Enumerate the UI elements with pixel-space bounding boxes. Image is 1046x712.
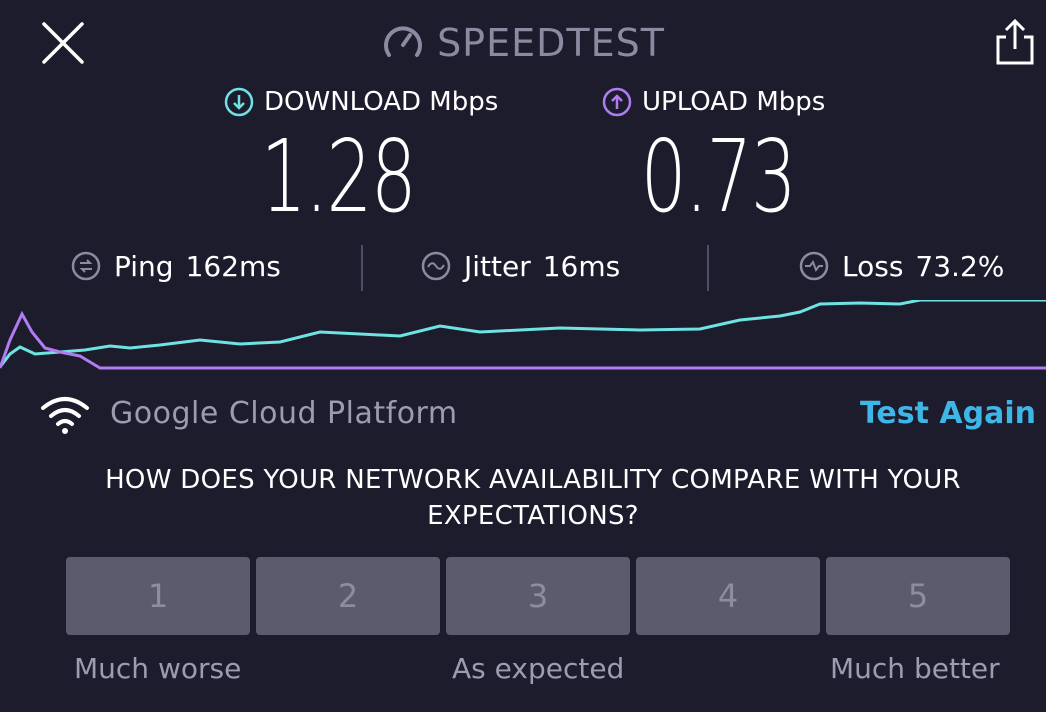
speedometer-icon <box>384 26 423 57</box>
download-line <box>0 300 1046 368</box>
rating-button-2[interactable]: 2 <box>256 557 440 635</box>
download-header: DOWNLOAD Mbps <box>224 84 498 120</box>
ping-icon <box>71 251 101 281</box>
loss-icon <box>799 251 829 281</box>
scale-label-low: Much worse <box>74 652 242 685</box>
speed-graph <box>0 300 1046 370</box>
test-again-button[interactable]: Test Again <box>860 396 1036 431</box>
rating-button-1[interactable]: 1 <box>66 557 250 635</box>
wifi-icon <box>41 397 89 434</box>
ping-value: 162ms <box>185 249 281 283</box>
stats-divider <box>707 245 709 291</box>
upload-header: UPLOAD Mbps <box>602 84 825 120</box>
jitter-icon <box>421 251 451 281</box>
download-speed-value: 1.28 <box>260 118 417 235</box>
scale-label-high: Much better <box>830 652 1000 685</box>
download-arrow-icon <box>224 87 254 117</box>
upload-label: UPLOAD Mbps <box>642 87 826 117</box>
jitter-value: 16ms <box>542 249 621 283</box>
app-brand: SPEEDTEST <box>0 18 1046 68</box>
download-label: DOWNLOAD Mbps <box>264 87 499 117</box>
loss-value: 73.2% <box>915 249 1005 283</box>
ping-label: Ping <box>114 249 174 283</box>
server-name: Google Cloud Platform <box>110 396 458 431</box>
upload-line <box>0 310 1046 370</box>
stats-divider <box>361 245 363 291</box>
rating-button-3[interactable]: 3 <box>446 557 630 635</box>
share-button[interactable] <box>992 17 1038 67</box>
upload-arrow-icon <box>602 87 632 117</box>
brand-name: SPEEDTEST <box>437 21 665 65</box>
survey-question-line2: EXPECTATIONS? <box>427 501 639 531</box>
survey-question: HOW DOES YOUR NETWORK AVAILABILITY COMPA… <box>20 462 1046 534</box>
rating-button-4[interactable]: 4 <box>636 557 820 635</box>
survey-question-line1: HOW DOES YOUR NETWORK AVAILABILITY COMPA… <box>105 465 961 495</box>
rating-scale: 1 2 3 4 5 <box>66 557 1010 635</box>
loss-label: Loss <box>842 249 904 283</box>
scale-label-mid: As expected <box>452 652 625 685</box>
jitter-stat: Jitter 16ms <box>420 244 620 288</box>
ping-stat: Ping 162ms <box>70 244 281 288</box>
upload-speed-value: 0.73 <box>640 118 797 235</box>
share-icon <box>996 18 1034 65</box>
rating-button-5[interactable]: 5 <box>826 557 1010 635</box>
jitter-label: Jitter <box>464 249 531 283</box>
loss-stat: Loss 73.2% <box>798 244 1004 288</box>
